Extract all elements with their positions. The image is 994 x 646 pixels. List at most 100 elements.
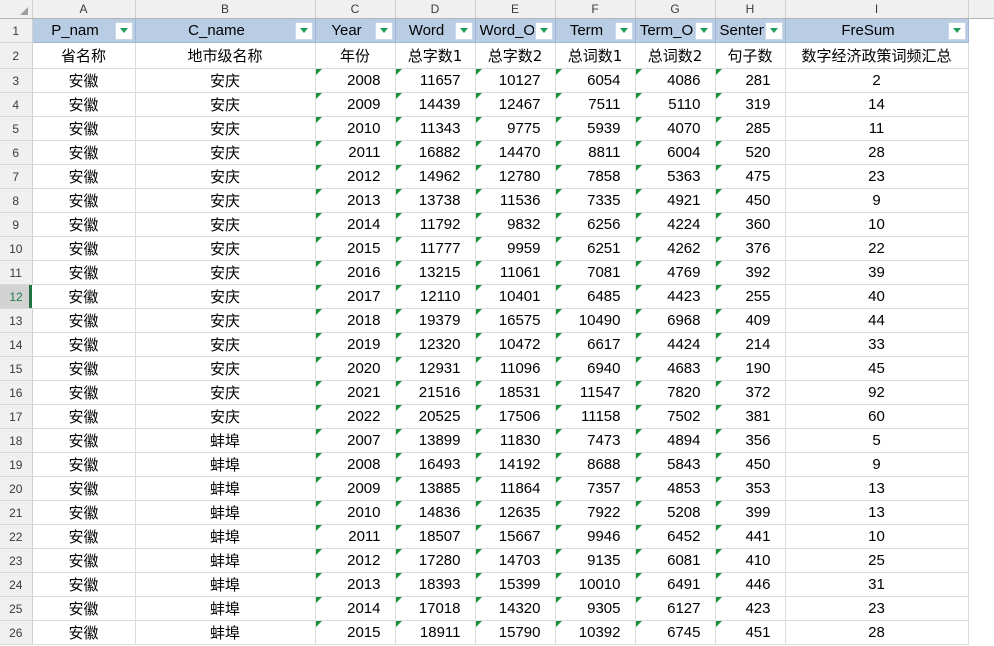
cell-word[interactable]: 14836 <box>395 500 476 525</box>
column-header-g[interactable]: G <box>635 0 716 19</box>
cell-word-o[interactable]: 10127 <box>475 68 556 93</box>
cell-term[interactable]: 5939 <box>555 116 636 141</box>
row-header-12[interactable]: 12 <box>0 284 32 309</box>
cell-term[interactable]: 7081 <box>555 260 636 285</box>
cell-term[interactable]: 7473 <box>555 428 636 453</box>
cell-term[interactable]: 10392 <box>555 620 636 645</box>
cell-term[interactable]: 8688 <box>555 452 636 477</box>
cell-senten[interactable]: 450 <box>715 452 786 477</box>
cell-senten[interactable]: 190 <box>715 356 786 381</box>
cell-term-o[interactable]: 4683 <box>635 356 716 381</box>
cell-term[interactable]: 9946 <box>555 524 636 549</box>
cell-senten[interactable]: 520 <box>715 140 786 165</box>
cell-c-name[interactable]: 蚌埠 <box>135 500 316 525</box>
cell-word-o[interactable]: 14192 <box>475 452 556 477</box>
column-header-i[interactable]: I <box>785 0 969 19</box>
cell-p-name[interactable]: 安徽 <box>32 212 136 237</box>
cell-year[interactable]: 2013 <box>315 572 396 597</box>
cell-year[interactable]: 2010 <box>315 116 396 141</box>
column-header-b[interactable]: B <box>135 0 316 19</box>
filter-cell-senten[interactable]: Senten <box>715 18 786 43</box>
cell-c-name[interactable]: 安庆 <box>135 404 316 429</box>
cell-word-o[interactable]: 11536 <box>475 188 556 213</box>
filter-dropdown-icon-word[interactable] <box>454 21 473 40</box>
row-header-25[interactable]: 25 <box>0 596 33 621</box>
cell-c-name[interactable]: 安庆 <box>135 356 316 381</box>
row-header-3[interactable]: 3 <box>0 68 33 93</box>
cell-word-o[interactable]: 9775 <box>475 116 556 141</box>
row-header-14[interactable]: 14 <box>0 332 33 357</box>
column-header-e[interactable]: E <box>475 0 556 19</box>
cell-word[interactable]: 12320 <box>395 332 476 357</box>
cell-fresum[interactable]: 25 <box>785 548 969 573</box>
row-header-23[interactable]: 23 <box>0 548 33 573</box>
cell-fresum[interactable]: 10 <box>785 212 969 237</box>
column-header-h[interactable]: H <box>715 0 786 19</box>
cell-word-o[interactable]: 10401 <box>475 284 556 309</box>
cell-term[interactable]: 6940 <box>555 356 636 381</box>
cell-word[interactable]: 13215 <box>395 260 476 285</box>
cell-senten[interactable]: 409 <box>715 308 786 333</box>
cell-p-name[interactable]: 安徽 <box>32 476 136 501</box>
cell-term-o[interactable]: 7820 <box>635 380 716 405</box>
cell-term-o[interactable]: 6004 <box>635 140 716 165</box>
filter-dropdown-icon-word-o[interactable] <box>534 21 553 40</box>
cell-term[interactable]: 6054 <box>555 68 636 93</box>
cell-word-o[interactable]: 17506 <box>475 404 556 429</box>
cell-c-name[interactable]: 蚌埠 <box>135 596 316 621</box>
filter-dropdown-icon-term[interactable] <box>614 21 633 40</box>
cell-fresum[interactable]: 45 <box>785 356 969 381</box>
cell-term[interactable]: 9305 <box>555 596 636 621</box>
cell-word-o[interactable]: 11061 <box>475 260 556 285</box>
cell-p-name[interactable]: 安徽 <box>32 572 136 597</box>
cell-senten[interactable]: 399 <box>715 500 786 525</box>
cell-word[interactable]: 19379 <box>395 308 476 333</box>
cell-senten[interactable]: 353 <box>715 476 786 501</box>
cell-senten[interactable]: 255 <box>715 284 786 309</box>
cell-fresum[interactable]: 5 <box>785 428 969 453</box>
cell-term-o[interactable]: 6127 <box>635 596 716 621</box>
cell-term-o[interactable]: 6452 <box>635 524 716 549</box>
cell-p-name[interactable]: 安徽 <box>32 524 136 549</box>
cell-senten[interactable]: 446 <box>715 572 786 597</box>
cell-p-name[interactable]: 安徽 <box>32 500 136 525</box>
cell-fresum[interactable]: 40 <box>785 284 969 309</box>
cell-senten[interactable]: 381 <box>715 404 786 429</box>
row-header-22[interactable]: 22 <box>0 524 33 549</box>
cell-term-o[interactable]: 6491 <box>635 572 716 597</box>
cell-word[interactable]: 18507 <box>395 524 476 549</box>
cell-p-name[interactable]: 安徽 <box>32 332 136 357</box>
cell-p-name[interactable]: 安徽 <box>32 236 136 261</box>
cell-senten[interactable]: 392 <box>715 260 786 285</box>
cell-word-o[interactable]: 11096 <box>475 356 556 381</box>
cell-year[interactable]: 2009 <box>315 92 396 117</box>
cell-year[interactable]: 2013 <box>315 188 396 213</box>
row-header-7[interactable]: 7 <box>0 164 33 189</box>
cell-senten[interactable]: 441 <box>715 524 786 549</box>
cell-word[interactable]: 14962 <box>395 164 476 189</box>
row-header-18[interactable]: 18 <box>0 428 33 453</box>
cell-word[interactable]: 18393 <box>395 572 476 597</box>
row-header-8[interactable]: 8 <box>0 188 33 213</box>
cell-year[interactable]: 2022 <box>315 404 396 429</box>
cell-p-name[interactable]: 安徽 <box>32 548 136 573</box>
filter-cell-word-o[interactable]: Word_O <box>475 18 556 43</box>
cell-senten[interactable]: 450 <box>715 188 786 213</box>
cell-year[interactable]: 2009 <box>315 476 396 501</box>
cell-term[interactable]: 7511 <box>555 92 636 117</box>
row-header-5[interactable]: 5 <box>0 116 33 141</box>
cell-word[interactable]: 12110 <box>395 284 476 309</box>
cell-year[interactable]: 2008 <box>315 68 396 93</box>
row-header-17[interactable]: 17 <box>0 404 33 429</box>
cell-p-name[interactable]: 安徽 <box>32 164 136 189</box>
cell-fresum[interactable]: 9 <box>785 188 969 213</box>
cell-c-name[interactable]: 安庆 <box>135 92 316 117</box>
filter-cell-word[interactable]: Word <box>395 18 476 43</box>
cell-term[interactable]: 6251 <box>555 236 636 261</box>
cell-year[interactable]: 2021 <box>315 380 396 405</box>
cell-word[interactable]: 13899 <box>395 428 476 453</box>
filter-dropdown-icon-term-o[interactable] <box>694 21 713 40</box>
cell-fresum[interactable]: 22 <box>785 236 969 261</box>
cell-senten[interactable]: 410 <box>715 548 786 573</box>
cell-term[interactable]: 11547 <box>555 380 636 405</box>
